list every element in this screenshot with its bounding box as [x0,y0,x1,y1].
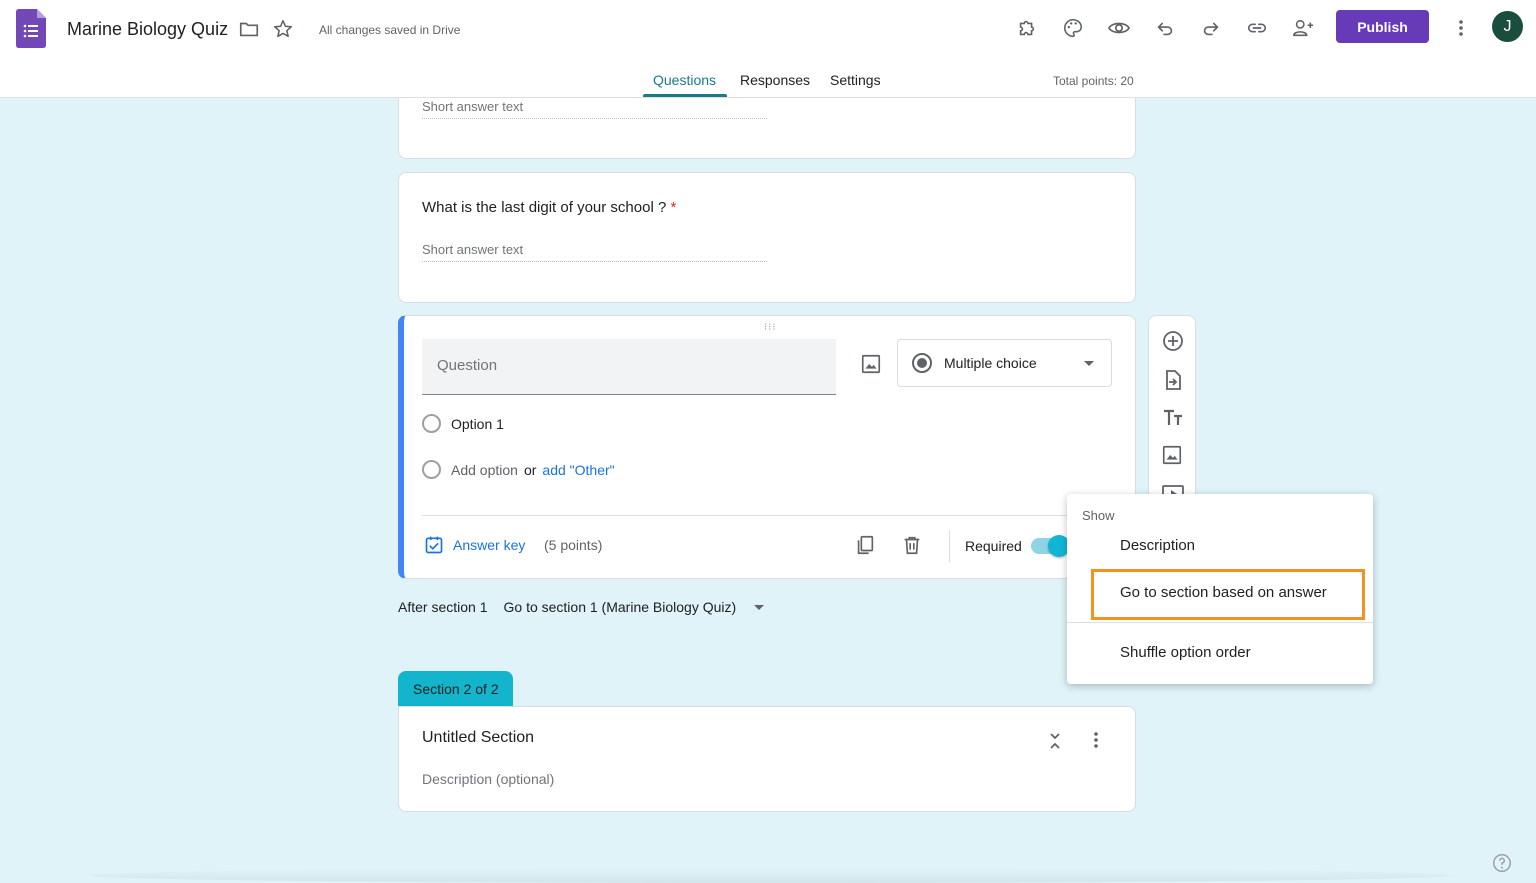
floating-toolbar [1148,315,1196,500]
after-section-label: After section 1 [398,599,488,615]
forms-logo-icon[interactable] [16,9,46,48]
goto-section-select[interactable]: Go to section 1 (Marine Biology Quiz) [504,599,765,615]
undo-icon[interactable] [1150,13,1180,43]
star-icon[interactable] [270,16,296,42]
help-icon[interactable] [1491,852,1513,874]
option-row[interactable]: Option 1 [422,414,504,433]
redo-icon[interactable] [1196,13,1226,43]
after-section-row: After section 1 Go to section 1 (Marine … [398,599,765,615]
total-points: Total points: 20 [1053,74,1134,88]
radio-circle-icon [422,460,441,479]
radio-circle-icon [422,414,441,433]
menu-item-description[interactable]: Description [1067,523,1373,567]
required-toggle[interactable] [1031,535,1070,557]
add-other-link[interactable]: add "Other" [542,462,614,478]
drag-handle-icon[interactable]: ⁝⁝⁝ [764,322,777,333]
import-questions-icon[interactable] [1161,368,1185,392]
add-collaborators-icon[interactable] [1288,13,1318,43]
top-header: Marine Biology Quiz All changes saved in… [0,0,1536,98]
customize-theme-palette-icon[interactable] [1058,13,1088,43]
required-label: Required [965,538,1022,554]
bottom-shadow [90,868,1450,883]
publish-button[interactable]: Publish [1336,10,1429,43]
answer-key-button[interactable]: Answer key [424,535,525,555]
user-avatar[interactable]: J [1492,11,1523,42]
section-description[interactable]: Description (optional) [422,771,554,787]
menu-header: Show [1082,508,1115,523]
add-option-row: Add option or add "Other" [422,460,615,479]
tab-settings[interactable]: Settings [830,72,881,88]
question-options-menu: Show Description Go to section based on … [1067,494,1373,684]
or-text: or [523,461,537,478]
active-tab-indicator [643,94,727,97]
points-value: (5 points) [544,537,603,553]
section-more-options-icon[interactable] [1093,731,1105,751]
question-title-text: What is the last digit of your school ? [422,199,667,216]
folder-icon[interactable] [236,16,262,42]
question-input[interactable]: Question [422,339,836,395]
add-video-icon[interactable] [1161,482,1185,494]
document-title[interactable]: Marine Biology Quiz [67,19,228,40]
add-title-text-icon[interactable] [1161,406,1185,430]
answer-key-checkbox-icon [425,536,443,554]
addons-puzzle-icon[interactable] [1012,13,1042,43]
section-header-card[interactable]: Untitled Section Description (optional) [398,706,1136,812]
more-options-vertical-icon[interactable] [1446,13,1476,43]
add-image-icon[interactable] [860,353,884,377]
copy-link-icon[interactable] [1242,13,1272,43]
highlight-box [1091,569,1365,620]
chevron-down-icon [754,604,765,610]
add-option-link[interactable]: Add option [451,462,518,478]
question-type-select[interactable]: Multiple choice [897,339,1112,387]
collapse-section-icon[interactable] [1044,729,1066,753]
short-answer-placeholder: Short answer text [422,99,767,119]
duplicate-icon[interactable] [854,534,878,558]
chevron-down-icon [1084,361,1094,366]
vertical-divider [949,530,950,562]
preview-eye-icon[interactable] [1104,13,1134,43]
radio-button-icon [912,353,932,373]
school-question-card[interactable]: What is the last digit of your school ? … [398,172,1136,303]
tab-questions[interactable]: Questions [653,72,716,88]
menu-divider [1067,622,1373,623]
question-title: What is the last digit of your school ? … [422,199,676,216]
option-label[interactable]: Option 1 [451,416,504,432]
menu-item-shuffle-options[interactable]: Shuffle option order [1067,630,1373,674]
save-status: All changes saved in Drive [319,23,461,37]
active-question-card[interactable]: ⁝⁝⁝ Question Multiple choice Option 1 Ad… [398,315,1136,579]
section-title[interactable]: Untitled Section [422,729,534,747]
add-image-icon[interactable] [1161,444,1185,468]
short-answer-placeholder: Short answer text [422,242,767,262]
required-asterisk: * [670,199,677,216]
divider [422,515,1120,516]
goto-section-value: Go to section 1 (Marine Biology Quiz) [503,599,737,615]
section-label-tab: Section 2 of 2 [398,671,513,707]
delete-trash-icon[interactable] [901,534,925,558]
question-type-label: Multiple choice [944,355,1037,371]
answer-key-label: Answer key [453,537,526,553]
add-question-icon[interactable] [1161,329,1185,353]
tab-responses[interactable]: Responses [740,72,810,88]
